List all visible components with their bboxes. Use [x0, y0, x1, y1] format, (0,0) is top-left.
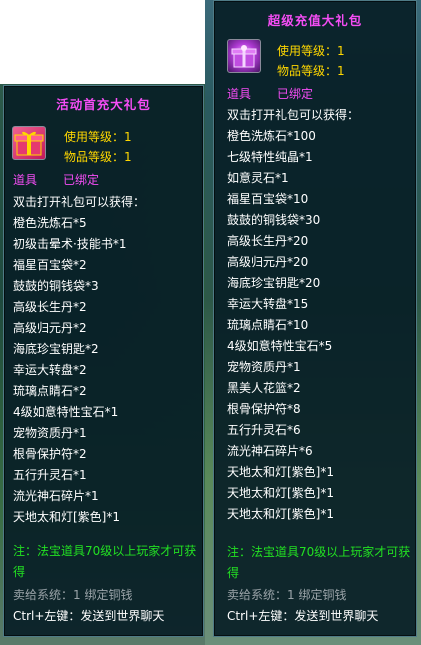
list-item: 初级击晕术·技能书*1 [13, 237, 127, 251]
item-tooltip-first-charge-pack: 活动首充大礼包 使用等级：1 物品等级：1 道具 已绑定 双击打开礼包可以获得： … [3, 85, 204, 637]
list-item: 琉璃点睛石*10 [227, 318, 309, 332]
list-item: 幸运大转盘*2 [13, 363, 87, 377]
list-item: 宠物资质丹*1 [13, 426, 87, 440]
item-type: 道具 [227, 87, 252, 101]
list-item: 4级如意特性宝石*5 [227, 339, 333, 353]
list-item: 鼓鼓的铜钱袋*30 [227, 213, 321, 227]
list-item: 高级长生丹*2 [13, 300, 87, 314]
use-level: 使用等级：1 [277, 44, 345, 58]
list-item: 幸运大转盘*15 [227, 297, 309, 311]
list-item: 黑美人花篮*2 [227, 381, 301, 395]
item-tooltip-super-recharge-pack: 超级充值大礼包 使用等级：1 物品等级：1 道具 已绑定 双击打开礼包可以获得： … [213, 0, 417, 637]
sell-price: 卖给系统：1 绑定铜钱 [13, 588, 133, 602]
purple-gift-box-icon [227, 39, 261, 73]
item-type: 道具 [13, 173, 38, 187]
list-item: 五行升灵石*6 [227, 423, 301, 437]
red-gift-box-icon [12, 126, 46, 160]
pack-contents-list: 双击打开礼包可以获得： 橙色洗炼石*5 初级击晕术·技能书*1 福星百宝袋*2 … [13, 192, 145, 528]
list-item: 流光神石碎片*1 [13, 489, 99, 503]
contents-header: 双击打开礼包可以获得： [227, 108, 360, 122]
list-item: 七级特性纯晶*1 [227, 150, 313, 164]
list-item: 橙色洗炼石*5 [13, 216, 87, 230]
list-item: 天地太和灯[紫色]*1 [227, 486, 334, 500]
list-item: 福星百宝袋*10 [227, 192, 309, 206]
contents-header: 双击打开礼包可以获得： [13, 195, 146, 209]
list-item: 海底珍宝钥匙*20 [227, 276, 321, 290]
list-item: 高级长生丹*20 [227, 234, 309, 248]
chat-shortcut-hint: Ctrl+左键：发送到世界聊天 [227, 609, 379, 623]
list-item: 4级如意特性宝石*1 [13, 405, 119, 419]
tooltip-title: 超级充值大礼包 [267, 13, 363, 28]
list-item: 宠物资质丹*1 [227, 360, 301, 374]
list-item: 福星百宝袋*2 [13, 258, 87, 272]
list-item: 如意灵石*1 [227, 171, 289, 185]
list-item: 天地太和灯[紫色]*1 [13, 510, 120, 524]
list-item: 高级归元丹*2 [13, 321, 87, 335]
list-item: 橙色洗炼石*100 [227, 129, 316, 143]
sell-price: 卖给系统：1 绑定铜钱 [227, 588, 347, 602]
item-level: 物品等级：1 [277, 64, 345, 78]
list-item: 高级归元丹*20 [227, 255, 309, 269]
item-category-row: 道具 已绑定 [227, 85, 313, 102]
list-item: 琉璃点睛石*2 [13, 384, 87, 398]
chat-shortcut-hint: Ctrl+左键：发送到世界聊天 [13, 609, 165, 623]
list-item: 天地太和灯[紫色]*1 [227, 465, 334, 479]
pack-contents-list: 双击打开礼包可以获得： 橙色洗炼石*100 七级特性纯晶*1 如意灵石*1 福星… [227, 105, 359, 525]
list-item: 流光神石碎片*6 [227, 444, 313, 458]
list-item: 根骨保护符*2 [13, 447, 87, 461]
item-level: 物品等级：1 [64, 150, 132, 164]
item-category-row: 道具 已绑定 [13, 171, 99, 188]
level-requirement-note: 注：法宝道具70级以上玩家才可获得 [227, 545, 411, 580]
list-item: 鼓鼓的铜钱袋*3 [13, 279, 99, 293]
bound-status: 已绑定 [63, 173, 100, 187]
use-level: 使用等级：1 [64, 130, 132, 144]
level-requirement-note: 注：法宝道具70级以上玩家才可获得 [13, 544, 197, 579]
list-item: 海底珍宝钥匙*2 [13, 342, 99, 356]
list-item: 根骨保护符*8 [227, 402, 301, 416]
tooltip-title: 活动首充大礼包 [56, 97, 151, 112]
list-item: 五行升灵石*1 [13, 468, 87, 482]
list-item: 天地太和灯[紫色]*1 [227, 507, 334, 521]
bound-status: 已绑定 [277, 87, 314, 101]
